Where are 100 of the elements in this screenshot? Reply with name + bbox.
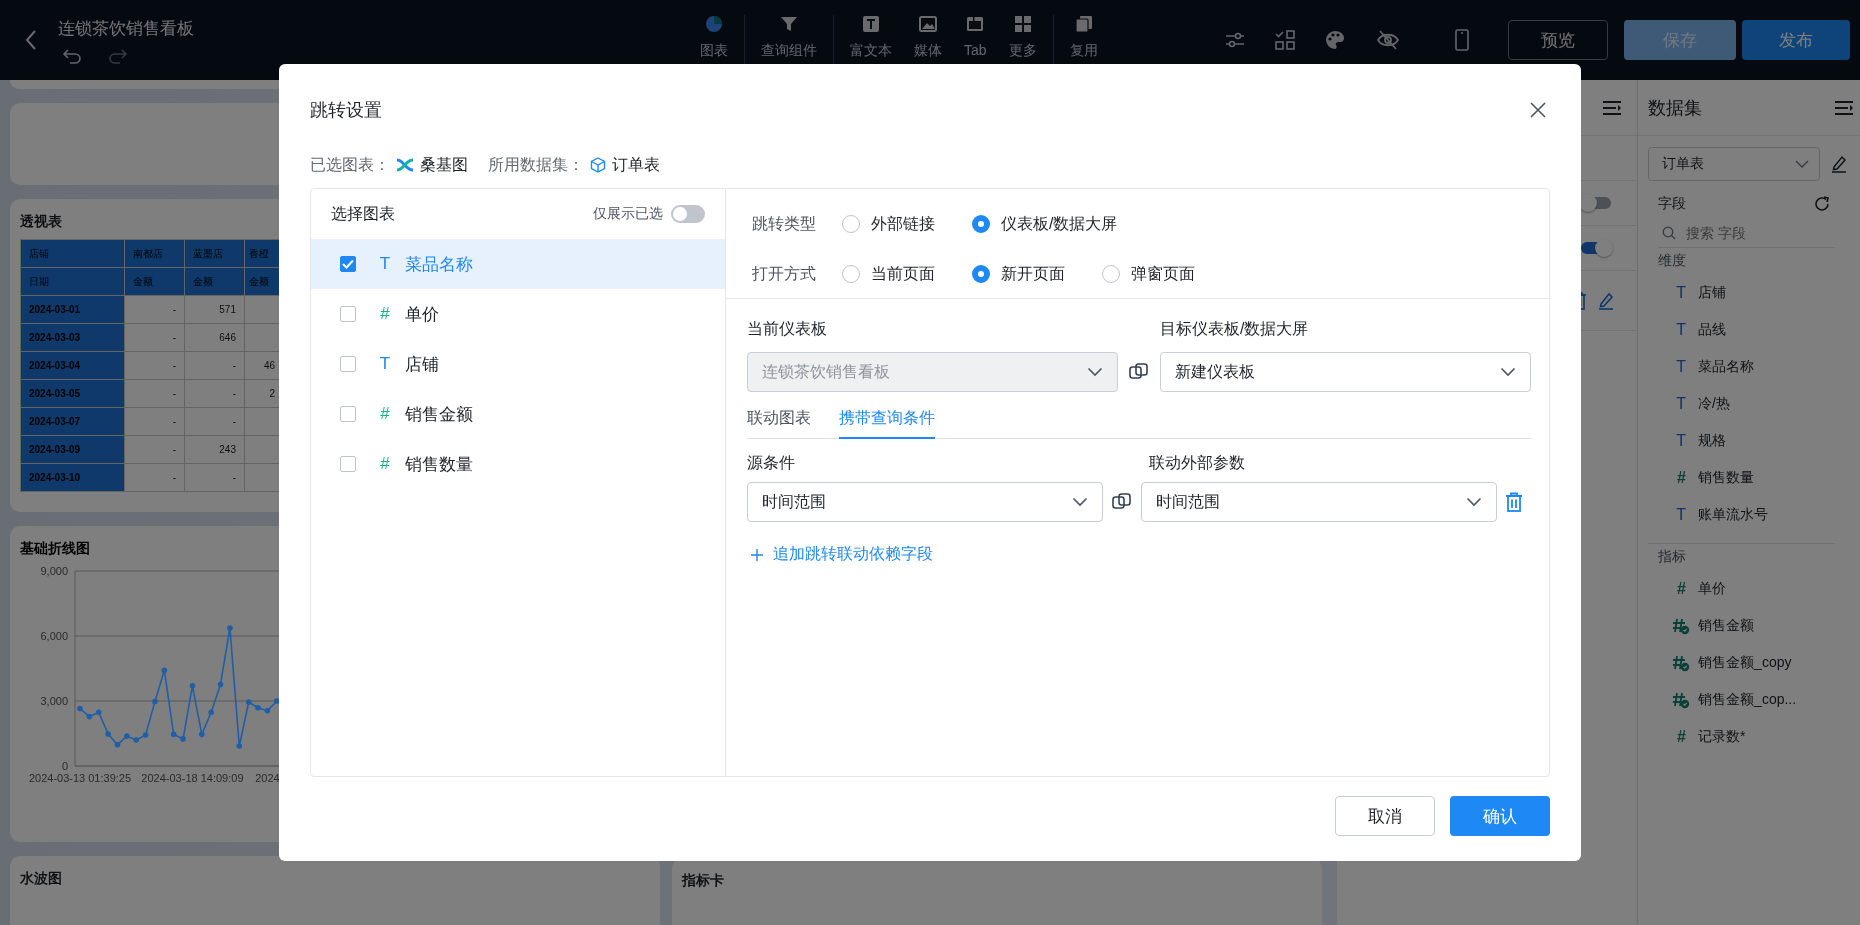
collapse-menu-icon[interactable]	[1602, 99, 1623, 116]
field-name[interactable]: 冷/热	[1698, 394, 1730, 413]
mobile-icon[interactable]	[1454, 28, 1470, 52]
radio-button[interactable]	[842, 215, 860, 233]
header-cell: 店铺	[20, 239, 125, 268]
chevron-down-icon	[1795, 160, 1810, 168]
data-point	[161, 667, 168, 674]
edit-icon[interactable]	[1597, 291, 1616, 310]
radio-label[interactable]: 外部链接	[871, 213, 935, 235]
preview-button[interactable]: 预览	[1508, 20, 1608, 60]
table-cell: 2024-03-03	[20, 323, 125, 352]
field-name[interactable]: 销售金额_copy	[1698, 653, 1792, 672]
tab[interactable]: 携带查询条件	[839, 400, 935, 439]
data-point	[105, 731, 111, 737]
field-name[interactable]: 菜品名称	[1698, 357, 1755, 376]
column-header: 联动外部参数	[1149, 453, 1245, 473]
parameter-select[interactable]: 时间范围	[1141, 482, 1497, 522]
field-name[interactable]: 规格	[1698, 431, 1727, 450]
info-label: 所用数据集：	[488, 154, 584, 175]
card-title: 基础折线图	[19, 539, 90, 558]
radio-button[interactable]	[972, 265, 990, 283]
tab[interactable]: 联动图表	[747, 400, 811, 439]
number-field-icon: #	[1672, 468, 1691, 487]
data-point	[114, 741, 121, 748]
field-name[interactable]: 账单流水号	[1698, 505, 1769, 524]
toggle-switch[interactable]	[671, 205, 705, 223]
source-condition-select[interactable]: 时间范围	[747, 482, 1103, 522]
header-cell: 香橙	[244, 239, 280, 268]
table-cell: -	[124, 463, 185, 492]
cancel-button[interactable]: 取消	[1335, 796, 1435, 836]
checkbox[interactable]	[340, 406, 356, 422]
text-field-icon: T	[377, 354, 393, 374]
pie-chart-icon	[704, 14, 724, 34]
chart-field-item[interactable]: # 销售金额	[311, 389, 725, 439]
field-name: 菜品名称	[405, 253, 473, 276]
number-field-icon: #	[1672, 727, 1691, 746]
toggle-switch[interactable]	[1581, 242, 1612, 254]
eye-off-icon[interactable]	[1376, 29, 1400, 51]
copy-icon	[1073, 14, 1094, 34]
data-point	[227, 625, 233, 631]
checkbox[interactable]	[340, 456, 356, 472]
publish-button[interactable]: 发布	[1742, 20, 1850, 60]
table-cell: 2024-03-05	[20, 379, 125, 408]
header-cell: 日期	[20, 267, 125, 296]
collapse-menu-icon[interactable]	[1834, 99, 1854, 116]
checklist-icon[interactable]	[1274, 29, 1296, 51]
y-axis-label: 3,000	[40, 695, 68, 707]
checkbox[interactable]	[340, 306, 356, 322]
confirm-button[interactable]: 确认	[1450, 796, 1550, 836]
y-axis-label: 6,000	[40, 630, 68, 642]
field-name: 销售金额	[405, 403, 473, 426]
edit-icon[interactable]	[1830, 155, 1849, 173]
field-name[interactable]: 记录数*	[1698, 727, 1746, 746]
radio-button[interactable]	[842, 265, 860, 283]
data-point	[245, 699, 252, 705]
field-name[interactable]: 单价	[1698, 579, 1727, 598]
field-name[interactable]: 销售数量	[1698, 468, 1755, 487]
chart-field-item[interactable]: # 销售数量	[311, 439, 725, 489]
text-field-icon: T	[1672, 431, 1691, 450]
search-field[interactable]: 搜索 字段	[1686, 225, 1817, 241]
refresh-icon[interactable]	[1814, 196, 1830, 212]
field-name: 销售数量	[405, 453, 473, 476]
checkbox[interactable]	[340, 256, 356, 272]
field-label: 目标仪表板/数据大屏	[1160, 319, 1310, 339]
cube-icon	[590, 157, 606, 173]
field-name[interactable]: 店铺	[1698, 283, 1727, 302]
field-name[interactable]: 品线	[1698, 320, 1727, 339]
trash-icon[interactable]	[1505, 492, 1523, 512]
table-cell: -	[124, 379, 185, 408]
option-label: 跳转类型	[752, 213, 817, 234]
table-cell: 2024-03-09	[20, 435, 125, 464]
radio-button[interactable]	[972, 215, 990, 233]
search-icon	[1662, 226, 1677, 240]
radio-label[interactable]: 新开页面	[1001, 263, 1065, 285]
dialog-title: 跳转设置	[310, 99, 382, 122]
field-name[interactable]: 销售金额_cop...	[1698, 690, 1797, 709]
sankey-chart-icon	[396, 158, 414, 172]
checkbox[interactable]	[340, 356, 356, 372]
toggle-switch[interactable]	[1581, 197, 1612, 209]
radio-label[interactable]: 当前页面	[871, 263, 935, 285]
add-field-link[interactable]: 追加跳转联动依赖字段	[747, 544, 933, 565]
chart-field-item[interactable]: T 店铺	[311, 339, 725, 389]
y-axis-label: 0	[61, 760, 68, 772]
data-point	[152, 698, 158, 705]
query-tool-button[interactable]: 查询组件	[755, 0, 823, 80]
undo-icon[interactable]	[62, 47, 82, 64]
close-icon[interactable]	[1529, 101, 1547, 119]
funnel-icon	[779, 14, 799, 34]
dataset-select[interactable]: 订单表	[1648, 147, 1821, 181]
filter-label: 仅展示已选	[593, 205, 663, 223]
field-name[interactable]: 销售金额	[1698, 616, 1755, 635]
dashboard-select[interactable]: 新建仪表板	[1160, 352, 1531, 392]
radio-label[interactable]: 仪表板/数据大屏	[1001, 213, 1118, 235]
calculated-field-icon	[1672, 653, 1691, 672]
more-tool-button[interactable]: 更多	[1002, 0, 1043, 80]
media-tool-button[interactable]: 媒体	[908, 0, 948, 80]
chart-field-item[interactable]: T 菜品名称	[311, 239, 725, 289]
radio-label[interactable]: 弹窗页面	[1131, 263, 1195, 285]
radio-button[interactable]	[1102, 265, 1120, 283]
chart-field-item[interactable]: # 单价	[311, 289, 725, 339]
